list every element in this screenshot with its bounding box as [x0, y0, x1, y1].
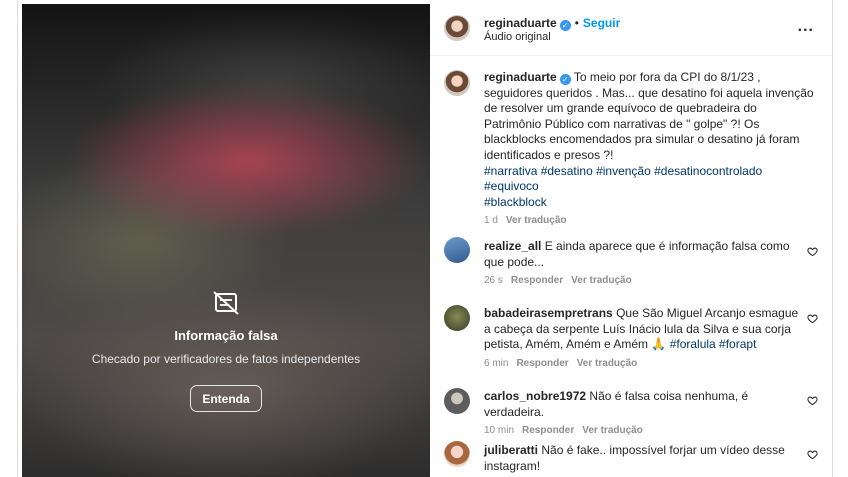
verified-badge-icon: ✓ — [559, 20, 571, 31]
caption-username[interactable]: reginaduarte — [484, 70, 557, 84]
avatar[interactable] — [444, 70, 470, 96]
comment-hashtags[interactable]: #foralula #forapt — [670, 337, 757, 351]
overlay-title: Informação falsa — [174, 328, 278, 343]
post-media[interactable]: Informação falsa Checado por verificador… — [22, 4, 430, 477]
caption-hashtag[interactable]: #blackblock — [484, 195, 547, 209]
false-information-overlay: Informação falsa Checado por verificador… — [22, 4, 430, 477]
avatar[interactable] — [444, 305, 470, 331]
avatar[interactable] — [444, 237, 470, 263]
comment-username[interactable]: babadeirasempretrans — [484, 306, 613, 320]
see-translation-link[interactable]: Ver tradução — [506, 215, 567, 226]
reply-button[interactable]: Responder — [516, 358, 568, 369]
hidden-content-icon — [213, 291, 239, 315]
caption: reginaduarte ✓ To meio por fora da CPI do… — [484, 70, 814, 226]
like-heart-icon[interactable] — [807, 246, 818, 257]
avatar[interactable] — [444, 441, 470, 467]
caption-hashtag[interactable]: #equivoco — [484, 179, 539, 193]
see-translation-link[interactable]: Ver tradução — [571, 275, 632, 286]
comment-username[interactable]: realize_all — [484, 239, 541, 253]
post-header: reginaduarte ✓ • Seguir Áudio original ... — [430, 0, 832, 56]
more-options-icon[interactable]: ... — [798, 18, 814, 36]
follow-button[interactable]: Seguir — [583, 16, 620, 30]
list-item: realize_all E ainda aparece que é inform… — [484, 239, 806, 286]
see-translation-link[interactable]: Ver tradução — [577, 358, 638, 369]
like-heart-icon[interactable] — [807, 395, 818, 406]
author-username[interactable]: reginaduarte — [484, 16, 557, 30]
list-item: babadeirasempretrans Que São Miguel Arca… — [484, 306, 806, 369]
like-heart-icon[interactable] — [807, 313, 818, 324]
caption-time[interactable]: 1 d — [484, 215, 498, 226]
comment-username[interactable]: juliberatti — [484, 443, 538, 457]
like-heart-icon[interactable] — [807, 449, 818, 460]
audio-label[interactable]: Áudio original — [484, 31, 551, 43]
avatar[interactable] — [444, 388, 470, 414]
avatar[interactable] — [444, 15, 470, 41]
separator: • — [574, 16, 579, 30]
caption-hashtags[interactable]: #narrativa #desatino #invenção #desatino… — [484, 164, 762, 178]
understand-button[interactable]: Entenda — [190, 385, 262, 412]
reply-button[interactable]: Responder — [511, 275, 563, 286]
verified-badge-icon: ✓ — [559, 74, 571, 85]
list-item: juliberatti Não é fake.. impossível forj… — [484, 443, 806, 474]
see-translation-link[interactable]: Ver tradução — [582, 425, 643, 436]
comment-time[interactable]: 6 min — [484, 358, 508, 369]
post-side-panel: reginaduarte ✓ • Seguir Áudio original ... … — [430, 0, 832, 477]
list-item: carlos_nobre1972 Não é falsa coisa nenhu… — [484, 389, 806, 436]
comment-time[interactable]: 10 min — [484, 425, 514, 436]
comment-time[interactable]: 26 s — [484, 275, 503, 286]
reply-button[interactable]: Responder — [522, 425, 574, 436]
overlay-subtitle: Checado por verificadores de fatos indep… — [91, 352, 361, 366]
comment-username[interactable]: carlos_nobre1972 — [484, 389, 586, 403]
